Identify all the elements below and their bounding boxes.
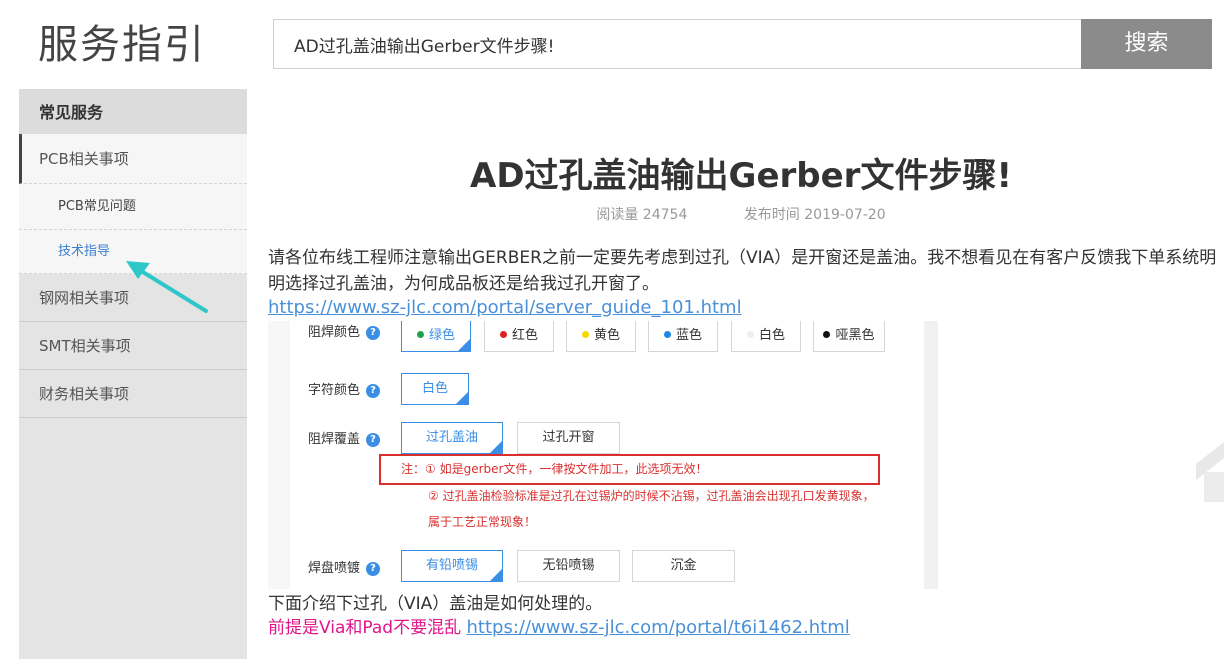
cover-option-tented-via[interactable]: 过孔盖油: [401, 422, 503, 454]
help-icon: ?: [366, 562, 381, 576]
article-intro: 请各位布线工程师注意输出GERBER之前一定要先考虑到过孔（VIA）是开窗还是盖…: [268, 248, 1217, 294]
view-count: 阅读量 24754: [596, 207, 688, 223]
solder-color-label: 阻焊颜色?: [308, 321, 381, 340]
article-para-via: 下面介绍下过孔（VIA）盖油是如何处理的。: [268, 594, 603, 614]
blue-dot-icon: [663, 331, 671, 338]
warning-note-line-2: ② 过孔盖油检验标准是过孔在过锡炉的时候不沾锡，过孔盖油会出现孔口发黄现象，: [428, 489, 875, 503]
brand-title: 服务指引: [38, 22, 206, 68]
sidebar-item-pcb[interactable]: PCB相关事项: [19, 134, 247, 184]
sidebar-item-stencil[interactable]: 钢网相关事项: [19, 274, 247, 322]
cover-option-open-via[interactable]: 过孔开窗: [517, 422, 620, 454]
silk-color-label: 字符颜色?: [308, 379, 381, 398]
solder-color-matte-black[interactable]: 哑黑色: [813, 321, 885, 352]
help-icon: ?: [366, 433, 381, 447]
solder-color-red[interactable]: 红色: [484, 321, 554, 352]
surface-option-leaded-hasl[interactable]: 有铅喷锡: [401, 550, 503, 582]
scroll-top-icon[interactable]: [1196, 440, 1224, 504]
sidebar-item-smt[interactable]: SMT相关事项: [19, 322, 247, 370]
solder-color-blue[interactable]: 蓝色: [648, 321, 718, 352]
surface-option-leadfree-hasl[interactable]: 无铅喷锡: [517, 550, 620, 582]
article-title: AD过孔盖油输出Gerber文件步骤!: [470, 156, 1012, 196]
server-guide-link[interactable]: https://www.sz-jlc.com/portal/server_gui…: [268, 295, 742, 321]
solder-color-green[interactable]: 绿色: [401, 321, 471, 352]
order-options-screenshot: 阻焊颜色? 绿色 红色 黄色 蓝色 白色 哑黑色 字符颜色? 白色 阻焊覆盖? …: [268, 321, 938, 589]
surface-finish-label: 焊盘喷镀?: [308, 557, 381, 576]
green-dot-icon: [416, 331, 424, 338]
sidebar-subitem-tech-guide[interactable]: 技术指导: [19, 230, 247, 274]
screenshot-right-margin: [924, 321, 938, 589]
solder-cover-label: 阻焊覆盖?: [308, 428, 381, 447]
article-meta: 阅读量 24754 发布时间 2019-07-20: [268, 205, 1214, 225]
search-button[interactable]: 搜索: [1081, 19, 1212, 69]
sidebar-item-finance[interactable]: 财务相关事项: [19, 370, 247, 418]
screenshot-left-margin: [268, 321, 290, 589]
solder-color-white[interactable]: 白色: [731, 321, 801, 352]
warning-note-box: 注：① 如是gerber文件，一律按文件加工，此选项无效！: [379, 454, 880, 485]
white-dot-icon: [746, 331, 754, 338]
article-para-premise: 前提是Via和Pad不要混乱 https://www.sz-jlc.com/po…: [268, 616, 850, 640]
help-icon: ?: [366, 384, 381, 398]
tutorial-link[interactable]: https://www.sz-jlc.com/portal/t6i1462.ht…: [467, 617, 850, 638]
sidebar-subitem-pcb-faq[interactable]: PCB常见问题: [19, 184, 247, 230]
help-icon: ?: [366, 326, 381, 340]
warning-note-line-3: 属于工艺正常现象！: [428, 515, 537, 529]
search-input[interactable]: [273, 19, 1083, 69]
silk-color-white[interactable]: 白色: [401, 373, 469, 405]
publish-date: 发布时间 2019-07-20: [743, 207, 886, 223]
premise-text: 前提是Via和Pad不要混乱: [268, 618, 462, 638]
surface-option-enig[interactable]: 沉金: [632, 550, 735, 582]
sidebar: 常见服务 PCB相关事项 PCB常见问题 技术指导 钢网相关事项 SMT相关事项…: [19, 89, 247, 659]
solder-color-yellow[interactable]: 黄色: [566, 321, 636, 352]
sidebar-heading: 常见服务: [19, 89, 247, 134]
black-dot-icon: [823, 331, 831, 338]
red-dot-icon: [499, 331, 507, 338]
yellow-dot-icon: [581, 331, 589, 338]
page: 服务指引 搜索 常见服务 PCB相关事项 PCB常见问题 技术指导 钢网相关事项…: [0, 0, 1224, 659]
